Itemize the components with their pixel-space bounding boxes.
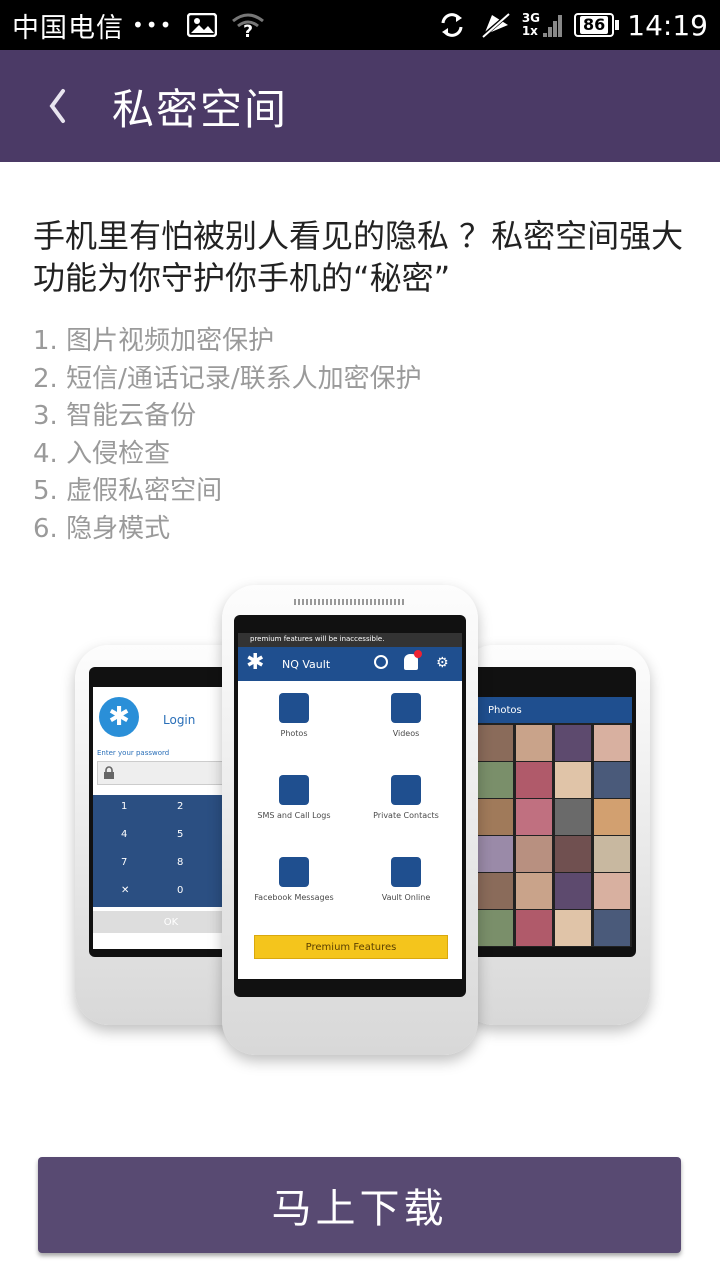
key: ✕	[121, 885, 130, 896]
alert-badge	[414, 650, 422, 658]
image-notification-icon	[187, 13, 218, 37]
cloud-icon	[391, 857, 421, 887]
vault-feature-item: Videos	[350, 693, 462, 738]
photos-title: Photos	[488, 704, 522, 716]
photos-icon	[279, 693, 309, 723]
carrier-label: 中国电信	[12, 12, 124, 44]
vault-feature-item: Private Contacts	[350, 775, 462, 820]
feature-item: 3. 智能云备份	[33, 401, 197, 431]
sync-icon	[438, 11, 466, 39]
photo-thumbnail	[516, 725, 552, 761]
speaker-grille	[294, 599, 404, 605]
photo-thumbnail	[516, 836, 552, 872]
photo-thumbnail	[555, 762, 591, 798]
photo-thumbnail	[477, 873, 513, 909]
wifi-unknown-icon: ?	[231, 12, 265, 38]
password-hint: Enter your password	[97, 749, 170, 757]
clock-icon	[374, 655, 388, 669]
photo-thumbnail	[555, 910, 591, 946]
sms-icon	[279, 775, 309, 805]
photo-thumbnail	[594, 762, 630, 798]
photo-thumbnail	[516, 910, 552, 946]
contacts-icon	[391, 775, 421, 805]
asterisk-logo-icon: ✱	[246, 650, 265, 675]
feature-item: 2. 短信/通话记录/联系人加密保护	[33, 363, 422, 394]
intro-text: 手机里有怕被别人看见的隐私 ？私密空间强大功能为你守护你手机的“秘密”	[33, 217, 684, 297]
login-label: Login	[163, 713, 196, 727]
phone-vault-mockup: premium features will be inaccessible. ✱…	[222, 585, 478, 1055]
photo-thumbnail	[477, 725, 513, 761]
vault-feature-item: SMS and Call Logs	[238, 775, 350, 820]
vibrate-off-icon	[480, 11, 512, 39]
photo-thumbnail	[477, 910, 513, 946]
photo-thumbnail	[555, 725, 591, 761]
more-notifications-icon: •••	[132, 13, 174, 37]
vault-feature-item: Vault Online	[350, 857, 462, 902]
key: 5	[177, 829, 184, 840]
photo-thumbnail	[477, 799, 513, 835]
key: 0	[177, 885, 184, 896]
signal-icon: 3G 1x	[522, 12, 540, 38]
vault-feature-label: Facebook Messages	[254, 893, 334, 902]
feature-item: 6. 隐身模式	[33, 513, 171, 544]
photo-thumbnail	[555, 836, 591, 872]
vault-feature-item: Photos	[238, 693, 350, 738]
vault-feature-label: Private Contacts	[373, 811, 439, 820]
key: 8	[177, 857, 184, 868]
key: 7	[121, 857, 128, 868]
premium-features-bar: Premium Features	[254, 935, 448, 959]
vault-logo-icon: ✱	[99, 697, 139, 737]
vault-feature-label: Videos	[392, 729, 420, 738]
photo-thumbnail	[594, 873, 630, 909]
photo-thumbnail	[555, 799, 591, 835]
photo-thumbnail	[477, 836, 513, 872]
feature-item: 1. 图片视频加密保护	[33, 326, 275, 356]
photo-thumbnail	[555, 873, 591, 909]
photo-thumbnail	[516, 799, 552, 835]
feature-list: 1. 图片视频加密保护 2. 短信/通话记录/联系人加密保护 3. 智能云备份 …	[33, 323, 422, 548]
vault-feature-item: Facebook Messages	[238, 857, 350, 902]
vault-feature-label: SMS and Call Logs	[257, 811, 331, 820]
photos-header: Photos	[476, 697, 632, 723]
photo-thumbnail	[594, 725, 630, 761]
photo-thumbnail	[516, 762, 552, 798]
network-sub-type: 1x	[521, 24, 538, 38]
battery-level: 86	[580, 16, 609, 34]
banner-text: premium features will be inaccessible.	[250, 635, 385, 643]
signal-bars-icon	[542, 11, 564, 39]
notification-banner: premium features will be inaccessible.	[238, 633, 462, 647]
battery-icon: 86	[574, 13, 620, 37]
vault-app-bar: ✱ NQ Vault ⚙	[238, 647, 462, 681]
key: 2	[177, 801, 184, 812]
photo-thumbnail	[516, 873, 552, 909]
feature-item: 4. 入侵检查	[33, 438, 171, 469]
back-button[interactable]	[22, 50, 92, 162]
feature-item: 5. 虚假私密空间	[33, 476, 223, 506]
clock: 14:19	[627, 8, 708, 42]
ok-label: OK	[163, 916, 179, 928]
key: 4	[121, 829, 128, 840]
videos-icon	[391, 693, 421, 723]
vault-feature-label: Photos	[280, 729, 308, 738]
key: 1	[121, 801, 128, 812]
app-name: NQ Vault	[282, 658, 331, 671]
phone-photos-mockup: Photos	[460, 645, 650, 1025]
chevron-left-icon	[49, 89, 65, 123]
status-bar: 中国电信 ••• ? 3G 1x 86 14:19	[0, 0, 720, 50]
settings-gear-icon: ⚙	[436, 655, 449, 671]
download-button[interactable]: 马上下载	[38, 1157, 681, 1253]
page-title: 私密空间	[112, 84, 289, 134]
photo-thumbnail	[477, 762, 513, 798]
facebook-icon	[279, 857, 309, 887]
premium-label: Premium Features	[305, 941, 397, 953]
photo-thumbnail	[594, 910, 630, 946]
vault-feature-label: Vault Online	[381, 893, 431, 902]
app-header: 私密空间	[0, 50, 720, 162]
app-screenshot-illustration: ✱ Login Enter your password 1 2 4 5 7 8 …	[60, 580, 660, 1110]
svg-text:?: ?	[243, 22, 253, 38]
photo-thumbnail	[594, 799, 630, 835]
photo-thumbnail	[594, 836, 630, 872]
lock-icon	[104, 766, 114, 779]
